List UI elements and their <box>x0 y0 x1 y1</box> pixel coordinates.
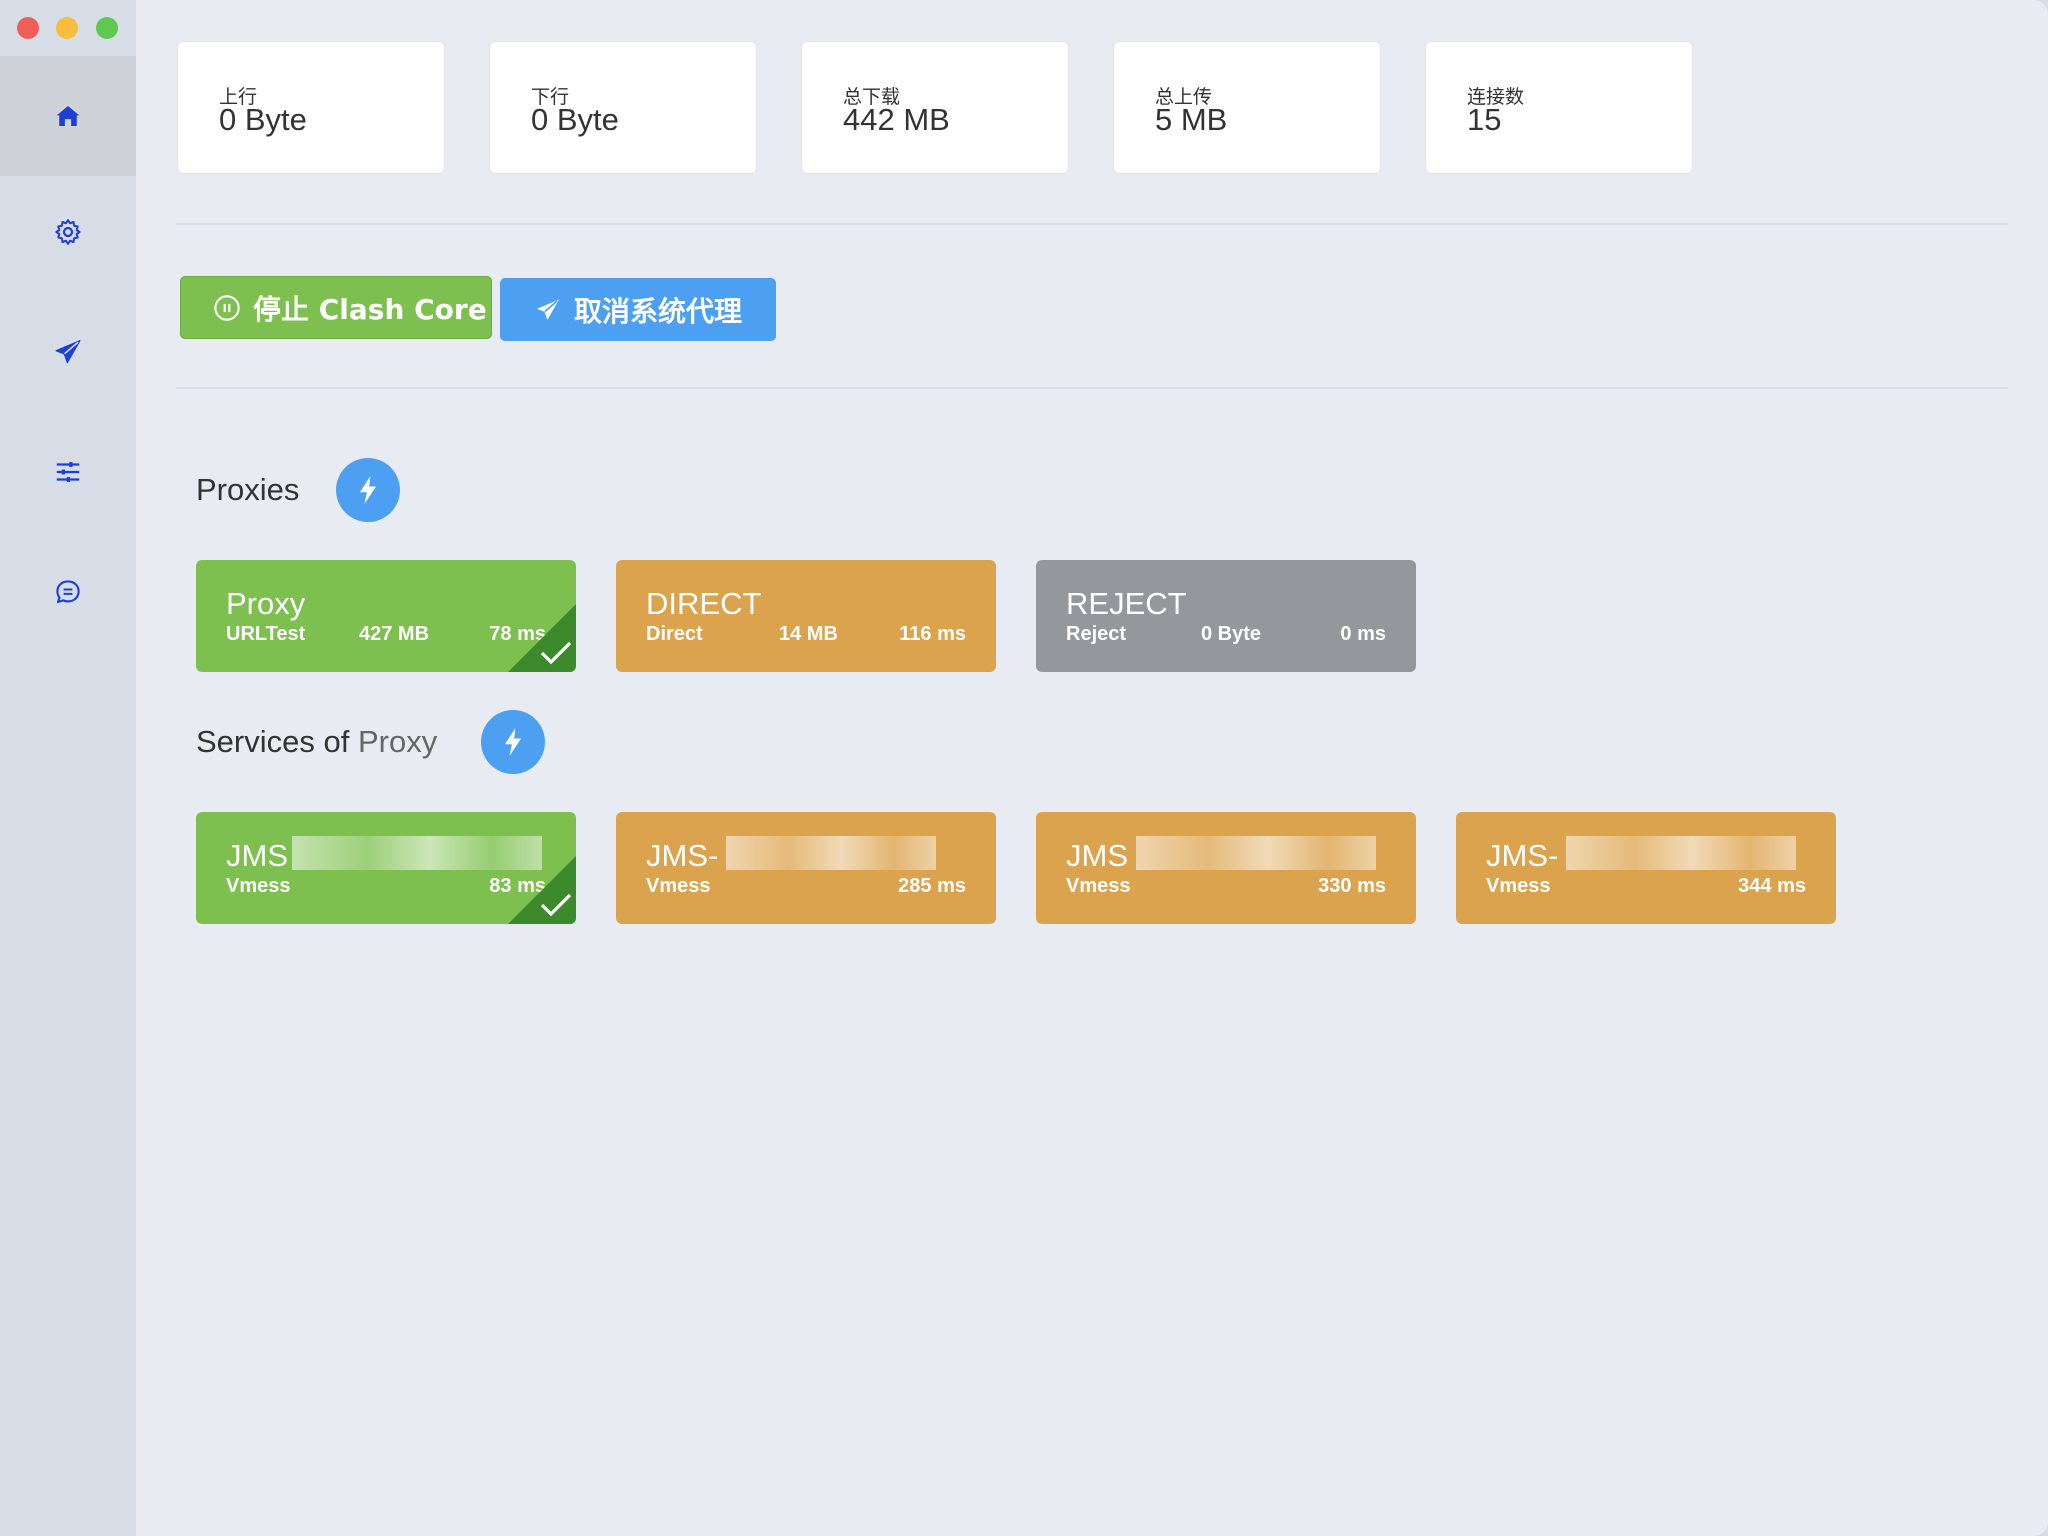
service-type: Vmess <box>1486 875 1551 897</box>
paper-plane-icon <box>55 340 81 364</box>
stat-card-download-speed: 下行 0 Byte <box>489 41 757 174</box>
service-tile[interactable]: JMS Vmess 330 ms <box>1036 812 1416 924</box>
service-tile[interactable]: JMS Vmess 83 ms <box>196 812 576 924</box>
service-tile[interactable]: JMS- Vmess 285 ms <box>616 812 996 924</box>
redacted-name-blur <box>726 836 936 870</box>
home-icon <box>56 106 80 126</box>
service-name: JMS- <box>646 838 719 873</box>
zoom-window-button[interactable] <box>96 17 118 39</box>
proxy-group-latency: 116 ms <box>899 623 966 645</box>
service-tile[interactable]: JMS- Vmess 344 ms <box>1456 812 1836 924</box>
stop-clash-core-label: 停止 Clash Core <box>253 292 487 326</box>
stat-value: 5 MB <box>1155 102 1228 137</box>
stat-card-connections: 连接数 15 <box>1425 41 1693 174</box>
proxy-group-type: URLTest <box>226 623 306 645</box>
lightning-icon <box>504 728 522 756</box>
service-latency: 285 ms <box>898 875 966 897</box>
sidebar-item-logs[interactable] <box>0 532 136 652</box>
stat-value: 15 <box>1467 102 1502 137</box>
close-window-button[interactable] <box>17 17 39 39</box>
proxy-group-name: DIRECT <box>646 586 762 621</box>
redacted-name-blur <box>1566 836 1796 870</box>
stat-card-total-upload: 总上传 5 MB <box>1113 41 1381 174</box>
proxy-group-traffic: 14 MB <box>779 623 838 645</box>
proxy-group-tile[interactable]: REJECT Reject 0 Byte 0 ms <box>1036 560 1416 672</box>
service-latency: 330 ms <box>1318 875 1386 897</box>
proxy-group-tile[interactable]: DIRECT Direct 14 MB 116 ms <box>616 560 996 672</box>
services-title-prefix: Services of <box>196 724 350 759</box>
service-name: JMS- <box>1486 838 1559 873</box>
sliders-icon <box>56 462 80 482</box>
service-type: Vmess <box>226 875 291 897</box>
paper-plane-icon <box>536 299 560 320</box>
proxy-group-traffic: 0 Byte <box>1201 623 1262 645</box>
service-name: JMS <box>1066 838 1128 873</box>
stat-card-total-download: 总下载 442 MB <box>801 41 1069 174</box>
checkmark-icon <box>540 893 572 917</box>
stop-clash-core-button[interactable]: 停止 Clash Core <box>180 276 492 339</box>
gear-icon <box>55 219 81 245</box>
proxies-section-title: Proxies <box>196 472 300 507</box>
divider <box>176 223 2008 225</box>
checkmark-icon <box>540 641 572 665</box>
service-type: Vmess <box>1066 875 1131 897</box>
proxy-group-type: Direct <box>646 623 703 645</box>
stat-value: 442 MB <box>843 102 950 137</box>
sidebar <box>0 0 136 1536</box>
cancel-system-proxy-label: 取消系统代理 <box>574 294 743 328</box>
cancel-system-proxy-button[interactable]: 取消系统代理 <box>500 278 776 341</box>
app-window: 上行 0 Byte 下行 0 Byte 总下载 442 MB 总上传 5 MB … <box>0 0 2048 1536</box>
sidebar-item-config[interactable] <box>0 412 136 532</box>
proxy-group-name: Proxy <box>226 586 306 621</box>
lightning-icon <box>359 476 377 504</box>
redacted-name-blur <box>292 836 542 870</box>
services-speed-test-button[interactable] <box>481 710 545 774</box>
stat-value: 0 Byte <box>219 102 307 137</box>
service-name: JMS <box>226 838 288 873</box>
proxy-group-latency: 0 ms <box>1340 623 1386 645</box>
proxy-group-traffic: 427 MB <box>359 623 430 645</box>
proxy-group-name: REJECT <box>1066 586 1187 621</box>
pause-icon <box>214 294 240 321</box>
services-section-title: Services of Proxy <box>196 724 437 760</box>
service-latency: 344 ms <box>1738 875 1806 897</box>
service-type: Vmess <box>646 875 711 897</box>
sidebar-item-home[interactable] <box>0 56 136 176</box>
chat-icon <box>56 580 80 604</box>
redacted-name-blur <box>1136 836 1376 870</box>
proxy-group-type: Reject <box>1066 623 1127 645</box>
proxies-speed-test-button[interactable] <box>336 458 400 522</box>
sidebar-item-settings[interactable] <box>0 172 136 292</box>
sidebar-item-proxies[interactable] <box>0 292 136 412</box>
services-title-group: Proxy <box>357 724 438 759</box>
proxy-group-tile[interactable]: Proxy URLTest 427 MB 78 ms <box>196 560 576 672</box>
stat-card-upload-speed: 上行 0 Byte <box>177 41 445 174</box>
minimize-window-button[interactable] <box>56 17 78 39</box>
divider <box>176 387 2008 389</box>
stat-value: 0 Byte <box>531 102 619 137</box>
